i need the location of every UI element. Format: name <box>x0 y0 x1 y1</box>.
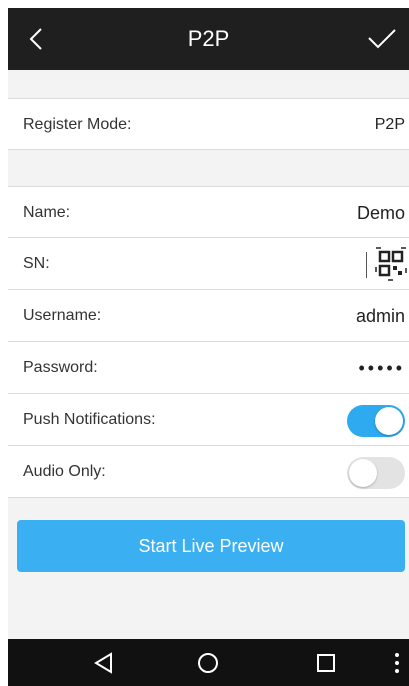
username-input[interactable]: admin <box>356 290 405 342</box>
back-triangle-icon[interactable] <box>92 651 116 675</box>
qr-scan-icon[interactable] <box>375 247 407 281</box>
name-row[interactable]: Name: Demo <box>8 186 409 238</box>
start-live-preview-button[interactable]: Start Live Preview <box>17 520 405 572</box>
name-label: Name: <box>23 204 71 221</box>
toggle-knob <box>375 407 403 435</box>
audio-only-label: Audio Only: <box>23 463 106 480</box>
sn-label: SN: <box>23 255 50 272</box>
password-input[interactable]: ••••• <box>358 342 405 394</box>
system-nav-bar <box>8 639 409 686</box>
more-dots-icon[interactable] <box>392 651 402 675</box>
name-input[interactable]: Demo <box>357 187 405 239</box>
app-screen: P2P Register Mode: P2P Name: Demo SN: Us… <box>8 8 409 686</box>
recents-square-icon[interactable] <box>314 651 338 675</box>
sn-row[interactable]: SN: <box>8 238 409 290</box>
top-app-bar: P2P <box>8 8 409 70</box>
audio-only-toggle[interactable] <box>347 457 405 489</box>
push-notifications-row: Push Notifications: <box>8 394 409 446</box>
username-label: Username: <box>23 307 102 324</box>
push-notifications-toggle[interactable] <box>347 405 405 437</box>
audio-only-row: Audio Only: <box>8 446 409 498</box>
page-title: P2P <box>187 26 230 51</box>
push-notifications-label: Push Notifications: <box>23 411 156 428</box>
username-row[interactable]: Username: admin <box>8 290 409 342</box>
register-mode-value: P2P <box>374 116 405 133</box>
password-row[interactable]: Password: ••••• <box>8 342 409 394</box>
home-circle-icon[interactable] <box>196 651 220 675</box>
section-spacer <box>8 150 409 186</box>
section-spacer <box>8 70 409 98</box>
register-mode-label: Register Mode: <box>23 116 132 133</box>
register-mode-row[interactable]: Register Mode: P2P <box>8 98 409 150</box>
toggle-knob <box>349 459 377 487</box>
password-label: Password: <box>23 359 98 376</box>
checkmark-icon[interactable] <box>367 28 397 50</box>
sn-input[interactable] <box>366 252 367 278</box>
